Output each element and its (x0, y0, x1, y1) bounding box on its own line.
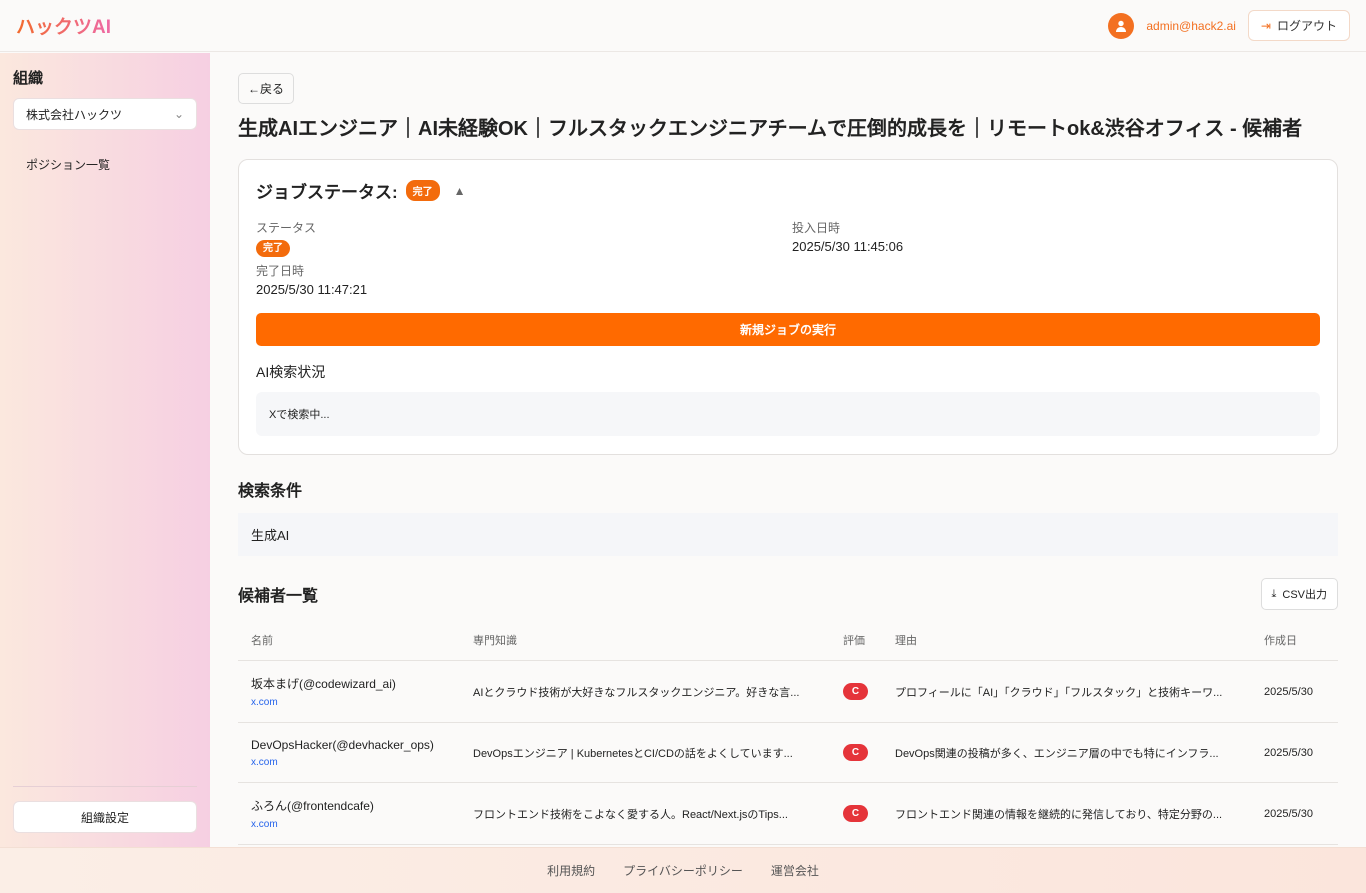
profile-link[interactable]: x.com (251, 819, 447, 830)
date-cell: 2025/5/30 (1251, 660, 1338, 723)
logout-label: ログアウト (1276, 19, 1337, 33)
table-row[interactable]: 坂本まげ(@codewizard_ai) x.com AIとクラウド技術が大好きな… (238, 660, 1338, 723)
status-label: ステータス (256, 221, 317, 235)
grade-badge: C (843, 744, 868, 761)
main-content: ←戻る 生成AIエンジニア｜AI未経験OK｜フルスタックエンジニアチームで圧倒的… (210, 53, 1366, 847)
submitted-value: 2025/5/30 11:45:06 (792, 239, 904, 254)
sidebar-item-positions[interactable]: ポジション一覧 (13, 156, 197, 173)
ai-search-status: Xで検索中... (256, 392, 1320, 436)
date-cell: 2025/5/30 (1251, 722, 1338, 783)
expertise-cell: DevOpsエンジニア | KubernetesとCI/CDの話をよくしています… (460, 722, 830, 783)
grade-badge: C (843, 683, 868, 700)
footer: 利用規約 プライバシーポリシー 運営会社 (0, 847, 1366, 893)
candidate-name: 坂本まげ(@codewizard_ai) (251, 677, 396, 691)
csv-export-button[interactable]: ⤓ CSV出力 (1260, 578, 1338, 610)
expertise-cell: AIとクラウド技術が大好きなフルスタックエンジニア。好きな言... (460, 660, 830, 723)
date-cell: 2025/5/30 (1251, 782, 1338, 845)
app-logo[interactable]: ハックツAI (16, 12, 111, 39)
sidebar: 組織 株式会社ハックツ ⌄ ポジション一覧 組織設定 (0, 53, 210, 847)
completed-label: 完了日時 (256, 264, 305, 278)
logout-button[interactable]: ⇥ ログアウト (1247, 10, 1350, 41)
search-condition-value: 生成AI (238, 513, 1338, 556)
status-value-badge: 完了 (256, 240, 290, 257)
download-icon: ⤓ (1271, 587, 1277, 600)
run-new-job-button[interactable]: 新規ジョブの実行 (256, 313, 1320, 346)
reason-cell: DevOps関連の投稿が多く、エンジニア層の中でも特にインフラ... (882, 722, 1251, 783)
table-row[interactable]: DevOpsHacker(@devhacker_ops) x.com DevOps… (238, 722, 1338, 783)
profile-link[interactable]: x.com (251, 697, 447, 708)
footer-link-terms[interactable]: 利用規約 (547, 862, 595, 879)
grade-badge: C (843, 805, 868, 822)
footer-link-company[interactable]: 運営会社 (771, 862, 819, 879)
col-grade: 評価 (830, 620, 882, 661)
chevron-down-icon: ⌄ (173, 107, 184, 121)
table-row[interactable]: ふろん(@frontendcafe) x.com フロントエンド技術をこよなく愛す… (238, 782, 1338, 845)
candidates-heading: 候補者一覧 (238, 588, 319, 605)
completed-value: 2025/5/30 11:47:21 (256, 282, 368, 297)
profile-link[interactable]: x.com (251, 757, 447, 768)
org-heading: 組織 (13, 70, 44, 87)
sidebar-divider (13, 786, 197, 787)
collapse-toggle-icon[interactable]: ▲ (454, 184, 466, 198)
org-select[interactable]: 株式会社ハックツ ⌄ (13, 98, 197, 130)
page-title: 生成AIエンジニア｜AI未経験OK｜フルスタックエンジニアチームで圧倒的成長を｜… (238, 118, 1303, 140)
expertise-cell: フロントエンド技術をこよなく愛する人。React/Next.jsのTips... (460, 782, 830, 845)
back-button[interactable]: ←戻る (238, 73, 295, 104)
col-reason: 理由 (882, 620, 1251, 661)
reason-cell: プロフィールに「AI」「クラウド」「フルスタック」と技術キーワ... (882, 660, 1251, 723)
job-status-card: ジョブステータス: 完了 ▲ ステータス 完了 完了日時 2025/5/30 11:47… (238, 159, 1338, 455)
search-conditions-heading: 検索条件 (238, 483, 303, 500)
user-avatar-icon (1108, 12, 1135, 39)
user-email: admin@hack2.ai (1146, 18, 1236, 33)
candidate-name: ふろん(@frontendcafe) (251, 799, 374, 813)
reason-cell: フロントエンド関連の情報を継続的に発信しており、特定分野の... (882, 782, 1251, 845)
footer-link-privacy[interactable]: プライバシーポリシー (623, 862, 743, 879)
logout-icon: ⇥ (1260, 18, 1271, 33)
candidate-name: DevOpsHacker(@devhacker_ops) (251, 737, 434, 752)
submitted-label: 投入日時 (792, 221, 841, 235)
csv-export-label: CSV出力 (1282, 589, 1327, 601)
col-name: 名前 (238, 620, 460, 661)
app-header: ハックツAI admin@hack2.ai ⇥ ログアウト (0, 0, 1366, 52)
ai-search-heading: AI検索状況 (256, 364, 326, 380)
col-date: 作成日 (1251, 620, 1338, 661)
status-badge: 完了 (405, 180, 440, 201)
org-select-value: 株式会社ハックツ (26, 107, 123, 122)
col-expertise: 専門知識 (460, 620, 830, 661)
candidates-table: 名前 専門知識 評価 理由 作成日 坂本まげ(@codewizard_ai) x.… (238, 620, 1338, 847)
org-settings-button[interactable]: 組織設定 (13, 801, 197, 833)
job-status-heading: ジョブステータス: (256, 183, 398, 202)
